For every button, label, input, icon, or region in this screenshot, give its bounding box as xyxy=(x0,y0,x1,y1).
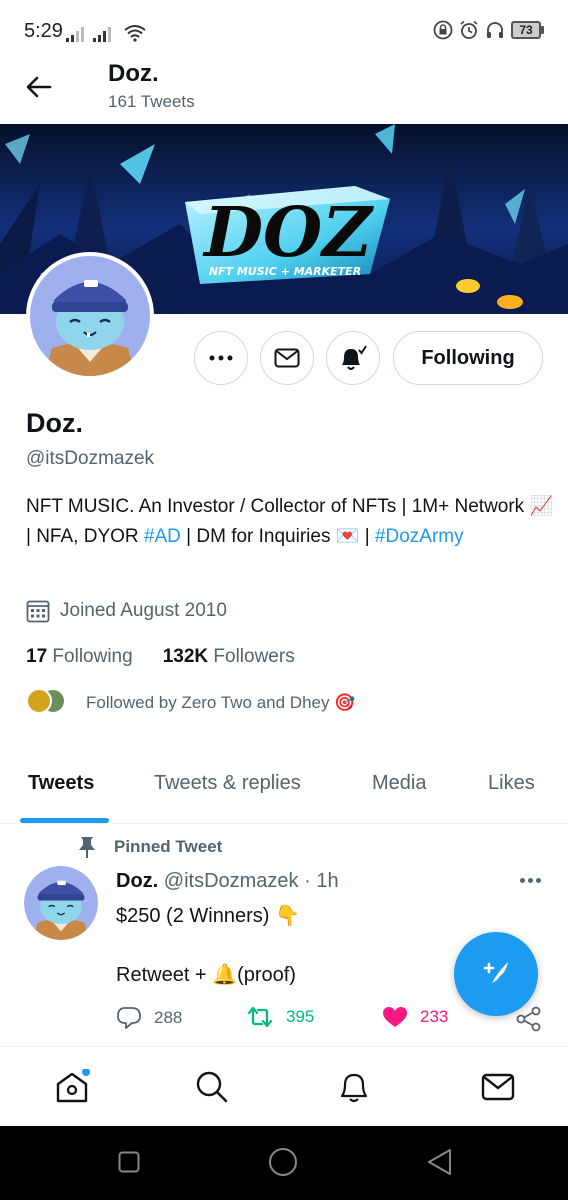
system-navigation-bar xyxy=(0,1126,568,1200)
share-button[interactable] xyxy=(516,1006,542,1032)
signal-icon xyxy=(93,26,111,42)
tweet-meta: @itsDozmazek · 1h xyxy=(158,870,339,892)
follow-counts: 17 Following 132K Followers xyxy=(26,646,295,668)
following-count-link[interactable]: 17 Following xyxy=(26,646,133,668)
nav-messages[interactable] xyxy=(478,1067,518,1107)
reply-button[interactable]: 288 xyxy=(116,1006,182,1030)
pinned-tweet-label: Pinned Tweet xyxy=(78,836,222,858)
more-button[interactable] xyxy=(194,331,248,385)
status-icons xyxy=(66,22,146,42)
reply-icon xyxy=(117,1007,141,1029)
tweet-author-avatar[interactable] xyxy=(24,866,98,940)
envelope-icon xyxy=(481,1073,515,1101)
bio-text: | DM for Inquiries xyxy=(180,526,336,547)
home-icon xyxy=(56,1069,90,1103)
bio-text: | xyxy=(359,526,375,547)
like-count: 233 xyxy=(420,1007,449,1026)
avatar xyxy=(26,688,52,714)
tweet-count: 161 Tweets xyxy=(108,92,195,111)
recents-button[interactable] xyxy=(118,1151,140,1178)
header-title: Doz. xyxy=(108,60,159,87)
profile-bio: NFT MUSIC. An Investor / Collector of NF… xyxy=(26,492,554,552)
following-label: Following xyxy=(52,646,133,667)
avatar-image xyxy=(30,256,150,376)
arrow-left-icon xyxy=(26,76,52,98)
love-letter-emoji: 💌 xyxy=(335,526,360,547)
wifi-icon xyxy=(124,25,146,42)
tweet-author-name[interactable]: Doz. xyxy=(116,870,158,892)
lock-icon xyxy=(433,20,453,40)
hashtag-ad-link[interactable]: #AD xyxy=(144,526,181,547)
hashtag-dozarmy-link[interactable]: #DozArmy xyxy=(375,526,464,547)
tab-likes[interactable]: Likes xyxy=(488,772,535,795)
headphones-icon xyxy=(487,22,503,38)
notifications-button[interactable] xyxy=(326,331,380,385)
profile-header: Doz. 161 Tweets xyxy=(0,56,568,124)
pin-icon xyxy=(79,837,95,858)
battery-level: 73 xyxy=(511,21,541,39)
followers-label: Followers xyxy=(213,646,295,667)
profile-name: Doz. xyxy=(26,408,83,438)
status-time: 5:29 xyxy=(24,20,63,42)
calendar-icon xyxy=(26,600,50,623)
bottom-navigation xyxy=(0,1046,568,1126)
search-icon xyxy=(196,1071,228,1103)
share-icon xyxy=(516,1006,541,1032)
compose-icon xyxy=(483,962,508,988)
pinned-text: Pinned Tweet xyxy=(114,837,223,856)
bio-text: | NFA, DYOR xyxy=(26,526,144,547)
chart-emoji: 📈 xyxy=(529,496,554,517)
signal-icon xyxy=(66,26,84,42)
retweet-button[interactable]: 395 xyxy=(246,1006,314,1028)
tweet-text-line: $250 (2 Winners) 👇 xyxy=(116,905,300,927)
following-count: 17 xyxy=(26,646,48,667)
joined-date: Joined August 2010 xyxy=(26,599,227,623)
followed-by-text: Followed by Zero Two and Dhey 🎯 xyxy=(86,693,356,712)
alarm-icon xyxy=(460,20,478,39)
followers-count: 132K xyxy=(162,646,209,667)
banner-logo-text: DOZ xyxy=(202,193,374,273)
profile-handle: @itsDozmazek xyxy=(26,448,155,469)
status-bar: 5:29 73 xyxy=(0,0,568,60)
back-button[interactable] xyxy=(22,70,56,104)
followers-count-link[interactable]: 132K Followers xyxy=(163,646,295,668)
retweet-icon xyxy=(247,1006,273,1028)
bell-check-icon xyxy=(342,345,367,370)
envelope-icon xyxy=(274,348,300,368)
compose-tweet-button[interactable] xyxy=(454,932,538,1016)
profile-avatar[interactable] xyxy=(26,252,154,380)
nav-home[interactable] xyxy=(52,1067,92,1107)
active-tab-indicator xyxy=(20,818,109,823)
profile-tabs: Tweets Tweets & replies Media Likes xyxy=(0,754,568,824)
follower-avatars xyxy=(26,688,70,718)
home-button[interactable] xyxy=(268,1147,298,1182)
nav-search[interactable] xyxy=(192,1067,232,1107)
heart-icon xyxy=(383,1007,407,1027)
followed-by[interactable]: Followed by Zero Two and Dhey 🎯 xyxy=(26,688,355,718)
back-nav-button[interactable] xyxy=(426,1148,452,1181)
tweet-more-button[interactable] xyxy=(514,868,546,892)
nav-notifications[interactable] xyxy=(334,1067,374,1107)
following-button[interactable]: Following xyxy=(393,331,543,385)
like-button[interactable]: 233 xyxy=(382,1006,448,1028)
banner-tagline: NFT MUSIC + MARKETER xyxy=(209,265,361,278)
triangle-back-icon xyxy=(428,1149,451,1175)
bell-icon xyxy=(340,1073,368,1103)
tweet-text-line: Retweet + 🔔(proof) xyxy=(116,964,296,986)
square-icon xyxy=(118,1151,140,1173)
circle-icon xyxy=(269,1148,297,1176)
retweet-count: 395 xyxy=(286,1007,315,1026)
joined-text: Joined August 2010 xyxy=(60,600,227,621)
tab-tweets[interactable]: Tweets xyxy=(28,772,94,795)
tab-tweets-replies[interactable]: Tweets & replies xyxy=(154,772,301,795)
more-dots-icon xyxy=(209,355,233,361)
message-button[interactable] xyxy=(260,331,314,385)
status-right-icons: 73 xyxy=(433,20,544,40)
battery-icon: 73 xyxy=(511,21,544,39)
tweet-header: Doz. @itsDozmazek · 1h xyxy=(116,870,339,893)
avatar-image xyxy=(24,866,98,940)
tab-media[interactable]: Media xyxy=(372,772,426,795)
reply-count: 288 xyxy=(154,1008,183,1027)
bio-text: NFT MUSIC. An Investor / Collector of NF… xyxy=(26,496,530,517)
